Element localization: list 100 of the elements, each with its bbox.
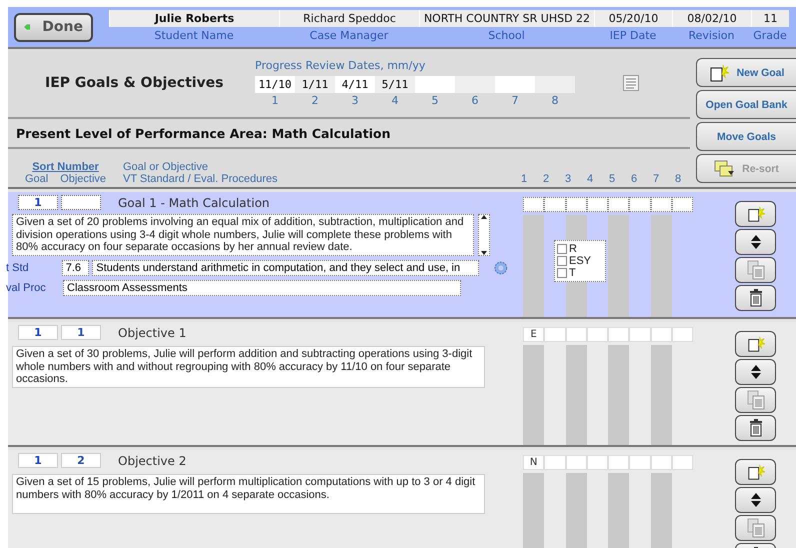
objective-number-field[interactable]: 1 — [61, 325, 101, 340]
standard-number-field[interactable]: 7.6 — [62, 260, 90, 276]
field-label: IEP Date — [608, 28, 658, 44]
column-number: 1 — [520, 173, 528, 185]
new-button[interactable] — [735, 459, 776, 485]
review-date-field[interactable]: 4/11 — [335, 76, 375, 93]
scroll-down-icon[interactable] — [481, 250, 487, 254]
date-number: 3 — [352, 94, 358, 107]
option-label: ESY — [569, 255, 592, 267]
date-number: 2 — [312, 94, 318, 107]
move-button[interactable] — [735, 359, 776, 385]
side-button[interactable]: Open Goal Bank — [696, 90, 796, 119]
objective-number-field[interactable] — [61, 195, 101, 210]
progress-mark-field[interactable]: E — [523, 327, 544, 342]
description-field[interactable]: Given a set of 30 problems, Julie will perform addition and subtracting operations using 3-digit whole numbers with and without regrouping with 80% accuracy by 11/10 on four separate occasions. — [12, 346, 485, 388]
new-goal-button[interactable]: New Goal — [696, 58, 796, 87]
performance-area-heading: Present Level of Performance Area: Math Calculation — [16, 126, 390, 140]
progress-mark-field[interactable] — [608, 197, 630, 212]
column-heading: VT Standard / Eval. Procedures — [123, 173, 278, 185]
progress-mark-field[interactable] — [650, 197, 672, 212]
copy-icon — [746, 260, 764, 280]
field-value: 05/20/10 — [594, 10, 672, 27]
date-number: 6 — [472, 94, 478, 107]
scroll-up-icon[interactable] — [481, 215, 487, 219]
checkbox[interactable] — [557, 256, 567, 266]
progress-mark-field[interactable]: N — [523, 455, 544, 470]
standard-label: t Std — [6, 262, 30, 274]
folders-icon — [714, 160, 734, 178]
field-label: Grade — [752, 28, 788, 44]
column-number: 3 — [564, 173, 572, 185]
new-page-icon — [746, 205, 764, 223]
move-button[interactable] — [735, 229, 776, 255]
field-label: Student Name — [153, 28, 235, 44]
move-button[interactable] — [735, 487, 776, 513]
goal-number-field[interactable]: 1 — [18, 325, 58, 340]
objective-title: Objective 1 — [118, 326, 186, 340]
column-heading: Objective — [60, 173, 106, 185]
side-button[interactable]: Move Goals — [696, 122, 796, 151]
up-down-arrows-icon — [750, 235, 762, 249]
column-number: 8 — [674, 173, 682, 185]
checkbox[interactable] — [557, 244, 567, 254]
copy-icon — [746, 518, 764, 538]
gear-icon[interactable] — [494, 260, 508, 274]
field-label: Case Manager — [308, 28, 390, 44]
goal-number-field[interactable]: 1 — [18, 195, 58, 210]
date-number: 8 — [552, 94, 558, 107]
eval-procedure-field[interactable]: Classroom Assessments — [63, 280, 461, 296]
standard-text-field[interactable]: Students understand arithmetic in computation, and they select and use, in — [92, 260, 480, 276]
column-heading: Goal or Objective — [123, 161, 209, 173]
new-page-icon — [708, 62, 729, 82]
new-button[interactable] — [735, 331, 776, 357]
goal-number-field[interactable]: 1 — [18, 453, 58, 468]
review-date-field[interactable] — [455, 76, 495, 93]
copy-button[interactable] — [735, 515, 776, 541]
new-button[interactable] — [735, 201, 776, 227]
delete-button[interactable] — [735, 285, 776, 311]
objective-number-field[interactable]: 2 — [61, 453, 101, 468]
review-date-field[interactable] — [535, 76, 575, 93]
checkbox[interactable] — [557, 268, 567, 278]
progress-mark-field[interactable] — [544, 197, 566, 212]
date-number: 1 — [272, 94, 278, 107]
up-down-arrows-icon — [750, 365, 762, 379]
column-number: 2 — [542, 173, 550, 185]
review-date-field[interactable] — [415, 76, 455, 93]
description-field[interactable]: Given a set of 15 problems, Julie will perform multiplication computations with up to 3 or 4 digit numbers with 80% accuracy by 1/2011 on 4 separate occasions. — [12, 474, 485, 514]
date-number: 7 — [512, 94, 518, 107]
review-date-field[interactable]: 11/10 — [255, 76, 295, 93]
progress-mark-field[interactable] — [586, 197, 608, 212]
copy-icon — [746, 390, 764, 410]
list-icon[interactable] — [623, 75, 639, 91]
progress-mark-field[interactable] — [672, 197, 693, 212]
done-button[interactable]: Done — [14, 12, 93, 42]
option-label: T — [569, 267, 576, 279]
review-date-field[interactable] — [495, 76, 535, 93]
column-number: 6 — [630, 173, 638, 185]
progress-dates-label: Progress Review Dates, mm/yy — [255, 59, 426, 72]
field-label: Revision — [688, 28, 736, 44]
trash-icon — [748, 289, 762, 307]
field-value: Julie Roberts — [109, 10, 279, 27]
scrollbar[interactable] — [478, 214, 490, 256]
trash-icon — [748, 419, 762, 437]
up-down-arrows-icon — [750, 493, 762, 507]
field-value: Richard Speddoc — [279, 10, 419, 27]
progress-mark-field[interactable] — [523, 197, 544, 212]
review-date-field[interactable]: 5/11 — [375, 76, 415, 93]
field-label: School — [487, 28, 526, 44]
eval-label: val Proc — [6, 282, 47, 294]
review-date-field[interactable]: 1/11 — [295, 76, 335, 93]
column-heading: Goal — [24, 173, 48, 185]
delete-button[interactable] — [735, 415, 776, 441]
new-page-icon — [746, 335, 764, 353]
option-label: R — [569, 243, 577, 255]
sort-number-link[interactable]: Sort Number — [32, 161, 99, 173]
copy-button[interactable] — [735, 387, 776, 413]
new-page-icon — [746, 463, 764, 481]
copy-button[interactable] — [735, 257, 776, 283]
progress-mark-field[interactable] — [629, 197, 650, 212]
progress-mark-field[interactable] — [566, 197, 587, 212]
description-field[interactable]: Given a set of 20 problems involving an equal mix of addition, subtraction, multiplication and division operations using 3-4 digit whole numbers, Julie will complete these problems with 80% accuracy on four separate occasions by her annual review date. — [12, 214, 474, 256]
goal-title: Goal 1 - Math Calculation — [118, 196, 270, 210]
